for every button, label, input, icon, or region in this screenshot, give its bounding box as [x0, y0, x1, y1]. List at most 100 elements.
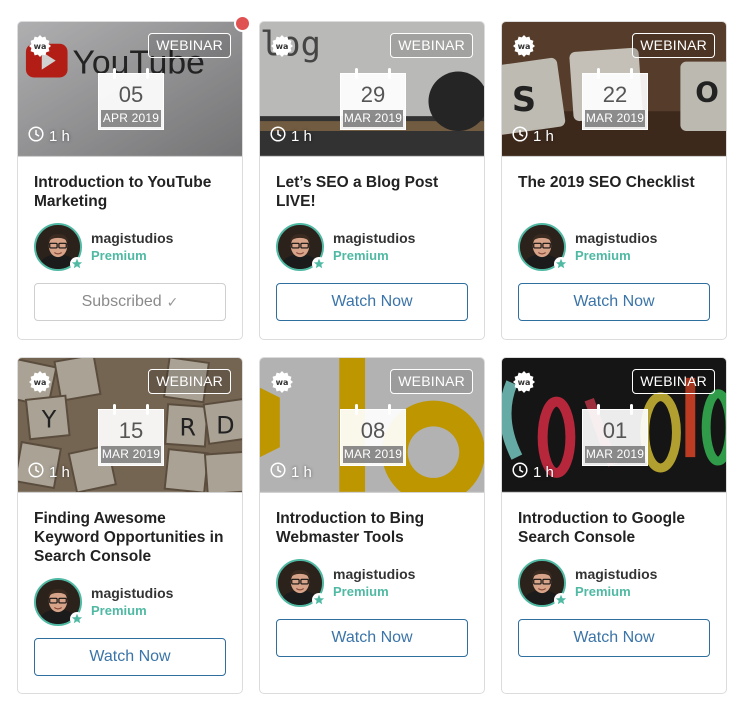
- watch-now-button[interactable]: Watch Now: [34, 638, 226, 676]
- date-month: MAR 2019: [585, 446, 645, 463]
- webinar-card[interactable]: Y R D wa WEBINAR 15 MAR 2019 1 h Finding…: [17, 357, 243, 694]
- clock-icon: [28, 126, 44, 146]
- date-calendar: 22 MAR 2019: [582, 68, 648, 130]
- author: magistudios Premium: [34, 223, 226, 271]
- webinar-thumbnail[interactable]: wa WEBINAR 01 MAR 2019 1 h: [502, 358, 726, 493]
- button-label: Watch Now: [89, 648, 171, 665]
- author: magistudios Premium: [34, 578, 226, 626]
- author-name[interactable]: magistudios: [575, 229, 657, 247]
- webinar-thumbnail[interactable]: log wa WEBINAR 29 MAR 2019 1 h: [260, 22, 484, 157]
- check-icon: ✓: [166, 293, 179, 310]
- clock-icon: [512, 126, 528, 146]
- button-label: Watch Now: [331, 293, 413, 310]
- svg-text:wa: wa: [276, 378, 289, 387]
- date-day: 01: [602, 418, 628, 443]
- date-month: MAR 2019: [343, 110, 403, 127]
- duration: 1 h: [270, 462, 312, 482]
- date-day: 22: [602, 82, 628, 107]
- date-calendar: 08 MAR 2019: [340, 404, 406, 466]
- date-calendar: 05 APR 2019: [98, 68, 164, 130]
- duration-label: 1 h: [533, 127, 554, 145]
- author: magistudios Premium: [518, 559, 710, 607]
- date-day: 05: [118, 82, 144, 107]
- star-icon: [312, 593, 326, 607]
- webinar-badge: WEBINAR: [148, 33, 231, 58]
- watch-now-button[interactable]: Watch Now: [276, 283, 468, 321]
- webinar-card[interactable]: S O wa WEBINAR 22 MAR 2019 1 h The 2019 …: [501, 21, 727, 340]
- clock-icon: [512, 462, 528, 482]
- star-icon: [312, 257, 326, 271]
- webinar-thumbnail[interactable]: Y R D wa WEBINAR 15 MAR 2019 1 h: [18, 358, 242, 493]
- button-label: Watch Now: [331, 629, 413, 646]
- webinar-card[interactable]: wa WEBINAR 08 MAR 2019 1 h Introduction …: [259, 357, 485, 694]
- clock-icon: [270, 126, 286, 146]
- author-tier: Premium: [91, 248, 147, 263]
- button-label: Subscribed: [81, 293, 162, 310]
- date-month: MAR 2019: [101, 446, 161, 463]
- author-name[interactable]: magistudios: [333, 565, 415, 583]
- webinar-title[interactable]: Introduction to YouTube Marketing: [34, 173, 226, 211]
- date-calendar: 01 MAR 2019: [582, 404, 648, 466]
- webinar-thumbnail[interactable]: S O wa WEBINAR 22 MAR 2019 1 h: [502, 22, 726, 157]
- webinar-title[interactable]: Introduction to Google Search Console: [518, 509, 710, 547]
- watch-now-button[interactable]: Watch Now: [518, 283, 710, 321]
- webinar-title[interactable]: Let’s SEO a Blog Post LIVE!: [276, 173, 468, 211]
- duration: 1 h: [512, 462, 554, 482]
- date-month: MAR 2019: [585, 110, 645, 127]
- duration: 1 h: [512, 126, 554, 146]
- date-month: APR 2019: [101, 110, 161, 127]
- webinar-thumbnail[interactable]: YouTube wa WEBINAR 05 APR 2019 1 h: [18, 22, 242, 157]
- webinar-badge: WEBINAR: [632, 33, 715, 58]
- author-tier: Premium: [575, 584, 631, 599]
- watch-now-button[interactable]: Watch Now: [518, 619, 710, 657]
- star-icon: [554, 593, 568, 607]
- duration-label: 1 h: [533, 463, 554, 481]
- author-name[interactable]: magistudios: [91, 584, 173, 602]
- author: magistudios Premium: [276, 559, 468, 607]
- webinar-card[interactable]: YouTube wa WEBINAR 05 APR 2019 1 h Intro…: [17, 21, 243, 340]
- webinar-title[interactable]: Introduction to Bing Webmaster Tools: [276, 509, 468, 547]
- svg-text:wa: wa: [34, 378, 47, 387]
- date-day: 29: [360, 82, 386, 107]
- button-label: Watch Now: [573, 293, 655, 310]
- svg-text:wa: wa: [34, 42, 47, 51]
- author-tier: Premium: [91, 603, 147, 618]
- webinar-title[interactable]: Finding Awesome Keyword Opportunities in…: [34, 509, 226, 566]
- watch-now-button[interactable]: Watch Now: [276, 619, 468, 657]
- subscribed-button[interactable]: Subscribed ✓: [34, 283, 226, 321]
- duration-label: 1 h: [49, 463, 70, 481]
- author-name[interactable]: magistudios: [91, 229, 173, 247]
- webinar-card[interactable]: wa WEBINAR 01 MAR 2019 1 h Introduction …: [501, 357, 727, 694]
- author: magistudios Premium: [276, 223, 468, 271]
- webinar-grid: YouTube wa WEBINAR 05 APR 2019 1 h Intro…: [17, 21, 727, 694]
- author-tier: Premium: [333, 584, 389, 599]
- author-tier: Premium: [575, 248, 631, 263]
- star-icon: [70, 257, 84, 271]
- duration-label: 1 h: [291, 127, 312, 145]
- notification-dot: [234, 15, 251, 32]
- star-icon: [554, 257, 568, 271]
- webinar-badge: WEBINAR: [390, 369, 473, 394]
- star-icon: [70, 612, 84, 626]
- author-name[interactable]: magistudios: [333, 229, 415, 247]
- webinar-title[interactable]: The 2019 SEO Checklist: [518, 173, 710, 211]
- author-name[interactable]: magistudios: [575, 565, 657, 583]
- duration-label: 1 h: [291, 463, 312, 481]
- webinar-card[interactable]: log wa WEBINAR 29 MAR 2019 1 h Let’s SEO…: [259, 21, 485, 340]
- svg-text:wa: wa: [276, 42, 289, 51]
- date-month: MAR 2019: [343, 446, 403, 463]
- svg-text:wa: wa: [518, 378, 531, 387]
- duration-label: 1 h: [49, 127, 70, 145]
- clock-icon: [28, 462, 44, 482]
- author: magistudios Premium: [518, 223, 710, 271]
- author-tier: Premium: [333, 248, 389, 263]
- svg-text:wa: wa: [518, 42, 531, 51]
- wa-logo-icon: wa: [270, 34, 294, 58]
- wa-logo-icon: wa: [28, 34, 52, 58]
- webinar-thumbnail[interactable]: wa WEBINAR 08 MAR 2019 1 h: [260, 358, 484, 493]
- wa-logo-icon: wa: [270, 370, 294, 394]
- wa-logo-icon: wa: [28, 370, 52, 394]
- webinar-badge: WEBINAR: [148, 369, 231, 394]
- webinar-badge: WEBINAR: [632, 369, 715, 394]
- wa-logo-icon: wa: [512, 34, 536, 58]
